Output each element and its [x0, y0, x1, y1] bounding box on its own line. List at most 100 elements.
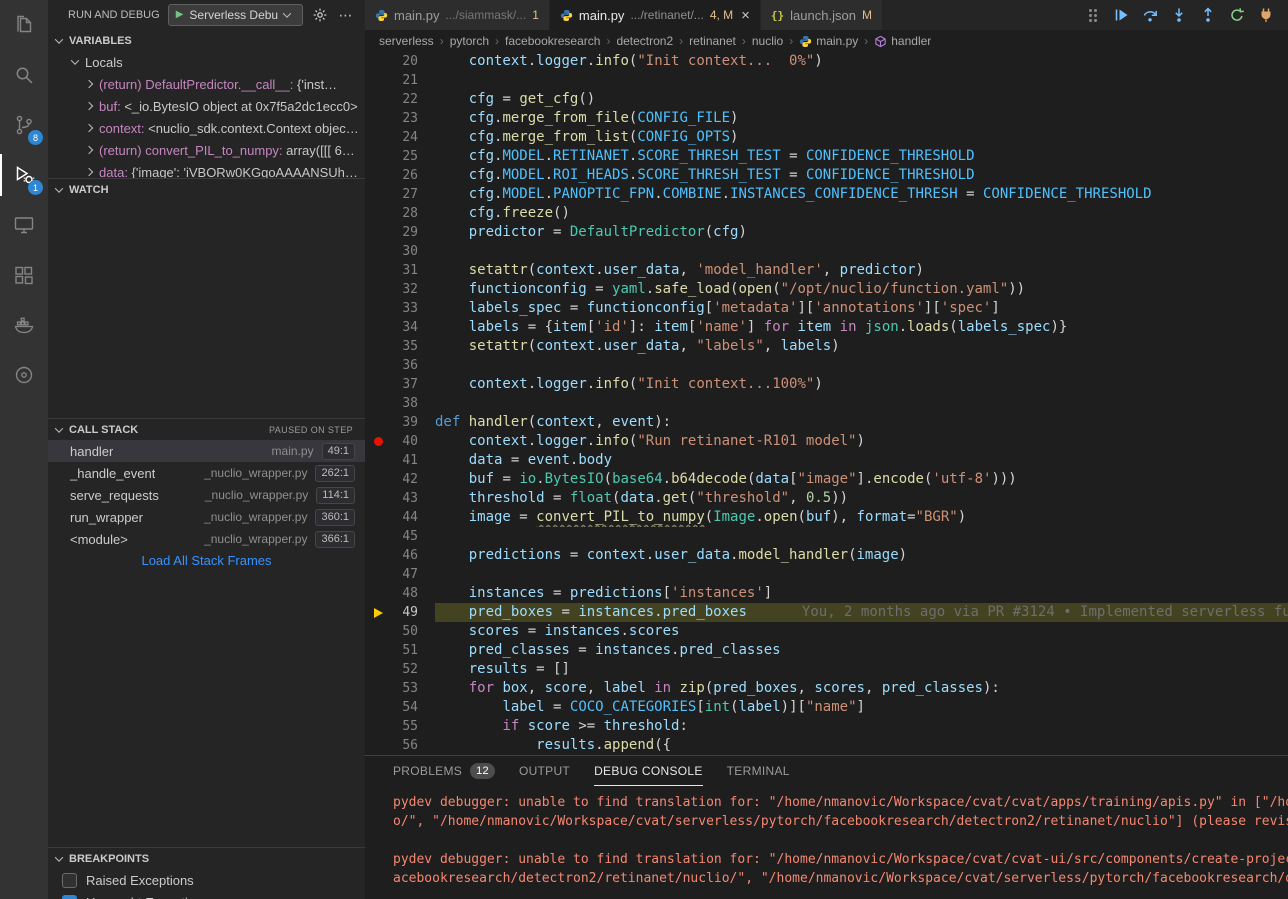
breadcrumb-item-detectron2[interactable]: detectron2	[616, 34, 673, 48]
variables-scope-locals[interactable]: Locals	[48, 52, 365, 74]
editor-gutter[interactable]: 49	[365, 603, 435, 622]
code-line-46[interactable]: 46 predictions = context.user_data.model…	[365, 546, 1288, 565]
code-line-45[interactable]: 45	[365, 527, 1288, 546]
code-line-51[interactable]: 51 pred_classes = instances.pred_classes	[365, 641, 1288, 660]
activitybar-item-docker[interactable]	[0, 300, 48, 350]
editor-gutter[interactable]: 42	[365, 470, 435, 489]
editor-gutter[interactable]: 31	[365, 261, 435, 280]
breadcrumb-item-facebookresearch[interactable]: facebookresearch	[505, 34, 600, 48]
stack-frame[interactable]: serve_requests_nuclio_wrapper.py114:1	[48, 484, 365, 506]
editor-gutter[interactable]: 20	[365, 52, 435, 71]
editor-gutter[interactable]: 50	[365, 622, 435, 641]
step-over-button[interactable]	[1140, 5, 1160, 25]
editor-gutter[interactable]: 25	[365, 147, 435, 166]
stack-frame[interactable]: <module>_nuclio_wrapper.py366:1	[48, 528, 365, 550]
code-line-55[interactable]: 55 if score >= threshold:	[365, 717, 1288, 736]
breakpoint-row[interactable]: ✓Uncaught Exceptions	[48, 891, 365, 899]
variable-row[interactable]: (return) DefaultPredictor.__call__: {'in…	[48, 74, 365, 96]
editor-gutter[interactable]: 51	[365, 641, 435, 660]
code-line-21[interactable]: 21	[365, 71, 1288, 90]
load-all-stack-frames-link[interactable]: Load All Stack Frames	[48, 550, 365, 572]
code-line-28[interactable]: 28 cfg.freeze()	[365, 204, 1288, 223]
editor-gutter[interactable]: 43	[365, 489, 435, 508]
editor-gutter[interactable]: 29	[365, 223, 435, 242]
editor-gutter[interactable]: 37	[365, 375, 435, 394]
code-line-27[interactable]: 27 cfg.MODEL.PANOPTIC_FPN.COMBINE.INSTAN…	[365, 185, 1288, 204]
editor-gutter[interactable]: 52	[365, 660, 435, 679]
code-line-36[interactable]: 36	[365, 356, 1288, 375]
variable-row[interactable]: context: <nuclio_sdk.context.Context obj…	[48, 118, 365, 140]
code-line-44[interactable]: 44 image = convert_PIL_to_numpy(Image.op…	[365, 508, 1288, 527]
step-into-button[interactable]	[1169, 5, 1189, 25]
editor-gutter[interactable]: 47	[365, 565, 435, 584]
breadcrumb-item-main-py[interactable]: main.py	[799, 34, 858, 48]
editor-gutter[interactable]: 24	[365, 128, 435, 147]
editor-gutter[interactable]: 23	[365, 109, 435, 128]
editor-gutter[interactable]: 38	[365, 394, 435, 413]
code-line-26[interactable]: 26 cfg.MODEL.ROI_HEADS.SCORE_THRESH_TEST…	[365, 166, 1288, 185]
call-stack-section-header[interactable]: CALL STACK PAUSED ON STEP	[48, 418, 365, 440]
activitybar-item-explorer[interactable]	[0, 0, 48, 50]
breakpoint-icon[interactable]	[365, 437, 391, 446]
step-out-button[interactable]	[1198, 5, 1218, 25]
editor-tab-main-py[interactable]: main.py.../retinanet/...4, M×	[550, 0, 760, 30]
stack-frame[interactable]: handlermain.py49:1	[48, 440, 365, 462]
editor-gutter[interactable]: 48	[365, 584, 435, 603]
toolbar-drag-grip[interactable]	[1089, 3, 1102, 27]
code-line-24[interactable]: 24 cfg.merge_from_list(CONFIG_OPTS)	[365, 128, 1288, 147]
editor-gutter[interactable]: 39	[365, 413, 435, 432]
editor-gutter[interactable]: 40	[365, 432, 435, 451]
gear-icon[interactable]	[311, 6, 329, 24]
editor-gutter[interactable]: 32	[365, 280, 435, 299]
code-line-25[interactable]: 25 cfg.MODEL.RETINANET.SCORE_THRESH_TEST…	[365, 147, 1288, 166]
code-line-23[interactable]: 23 cfg.merge_from_file(CONFIG_FILE)	[365, 109, 1288, 128]
code-line-40[interactable]: 40 context.logger.info("Run retinanet-R1…	[365, 432, 1288, 451]
editor-gutter[interactable]: 21	[365, 71, 435, 90]
code-line-50[interactable]: 50 scores = instances.scores	[365, 622, 1288, 641]
code-line-43[interactable]: 43 threshold = float(data.get("threshold…	[365, 489, 1288, 508]
watch-section-header[interactable]: WATCH	[48, 178, 365, 200]
stack-frame[interactable]: run_wrapper_nuclio_wrapper.py360:1	[48, 506, 365, 528]
editor-gutter[interactable]: 36	[365, 356, 435, 375]
variables-section-header[interactable]: VARIABLES	[48, 30, 365, 52]
panel-tab-terminal[interactable]: TERMINAL	[727, 756, 790, 786]
continue-button[interactable]	[1111, 5, 1131, 25]
editor-gutter[interactable]: 44	[365, 508, 435, 527]
code-line-33[interactable]: 33 labels_spec = functionconfig['metadat…	[365, 299, 1288, 318]
code-line-22[interactable]: 22 cfg = get_cfg()	[365, 90, 1288, 109]
more-actions-icon[interactable]: ⋯	[337, 6, 355, 24]
launch-config-dropdown[interactable]: ▶ Serverless Debu	[168, 4, 303, 26]
code-line-42[interactable]: 42 buf = io.BytesIO(base64.b64decode(dat…	[365, 470, 1288, 489]
variable-row[interactable]: buf: <_io.BytesIO object at 0x7f5a2dc1ec…	[48, 96, 365, 118]
breadcrumb-item-serverless[interactable]: serverless	[379, 34, 434, 48]
variable-row[interactable]: (return) convert_PIL_to_numpy: array([[[…	[48, 140, 365, 162]
editor-gutter[interactable]: 27	[365, 185, 435, 204]
restart-button[interactable]	[1227, 5, 1247, 25]
panel-tab-output[interactable]: OUTPUT	[519, 756, 570, 786]
code-line-54[interactable]: 54 label = COCO_CATEGORIES[int(label)]["…	[365, 698, 1288, 717]
code-line-39[interactable]: 39def handler(context, event):	[365, 413, 1288, 432]
variable-row[interactable]: data: {'image': 'iVBORw0KGgoAAAANSUhE…	[48, 162, 365, 178]
activitybar-item-extensions[interactable]	[0, 250, 48, 300]
code-line-52[interactable]: 52 results = []	[365, 660, 1288, 679]
editor-gutter[interactable]: 55	[365, 717, 435, 736]
code-line-31[interactable]: 31 setattr(context.user_data, 'model_han…	[365, 261, 1288, 280]
code-line-41[interactable]: 41 data = event.body	[365, 451, 1288, 470]
editor-gutter[interactable]: 46	[365, 546, 435, 565]
code-line-34[interactable]: 34 labels = {item['id']: item['name'] fo…	[365, 318, 1288, 337]
code-editor[interactable]: 20 context.logger.info("Init context... …	[365, 52, 1288, 755]
code-line-37[interactable]: 37 context.logger.info("Init context...1…	[365, 375, 1288, 394]
code-line-32[interactable]: 32 functionconfig = yaml.safe_load(open(…	[365, 280, 1288, 299]
activitybar-item-remote-explorer[interactable]	[0, 200, 48, 250]
breadcrumb-item-retinanet[interactable]: retinanet	[689, 34, 736, 48]
code-line-35[interactable]: 35 setattr(context.user_data, "labels", …	[365, 337, 1288, 356]
code-line-38[interactable]: 38	[365, 394, 1288, 413]
code-line-30[interactable]: 30	[365, 242, 1288, 261]
code-line-48[interactable]: 48 instances = predictions['instances']	[365, 584, 1288, 603]
code-line-49[interactable]: 49 pred_boxes = instances.pred_boxesYou,…	[365, 603, 1288, 622]
panel-tab-problems[interactable]: PROBLEMS12	[393, 756, 495, 786]
activitybar-item-run-and-debug[interactable]: 1	[0, 150, 48, 200]
panel-tab-debug-console[interactable]: DEBUG CONSOLE	[594, 756, 703, 786]
activitybar-item-source-control[interactable]: 8	[0, 100, 48, 150]
code-line-20[interactable]: 20 context.logger.info("Init context... …	[365, 52, 1288, 71]
